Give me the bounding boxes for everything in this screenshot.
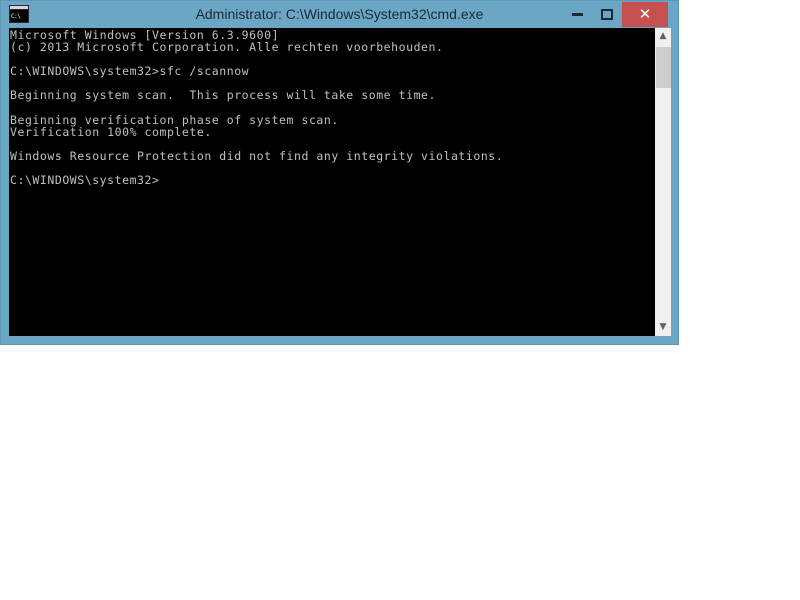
icon-prompt-text: C:\: [10, 10, 28, 23]
minimize-icon: [572, 13, 583, 16]
scroll-up-arrow-icon[interactable]: ▲: [655, 28, 671, 45]
close-icon: ✕: [639, 7, 652, 22]
caption-button-group: ✕: [562, 2, 668, 27]
scroll-down-arrow-icon[interactable]: ▼: [655, 319, 671, 336]
console-output-text: Microsoft Windows [Version 6.3.9600] (c)…: [9, 28, 654, 186]
maximize-icon: [601, 9, 613, 20]
cmd-window-icon[interactable]: C:\: [9, 5, 29, 23]
desktop-background: C:\ Administrator: C:\Windows\System32\c…: [0, 0, 800, 600]
window-titlebar[interactable]: C:\ Administrator: C:\Windows\System32\c…: [1, 1, 678, 28]
maximize-button[interactable]: [592, 2, 622, 27]
console-screen[interactable]: Microsoft Windows [Version 6.3.9600] (c)…: [9, 28, 654, 336]
scrollbar-thumb[interactable]: [656, 47, 671, 88]
console-scrollbar[interactable]: ▲ ▼: [654, 28, 671, 336]
cmd-window[interactable]: C:\ Administrator: C:\Windows\System32\c…: [0, 0, 679, 345]
console-area[interactable]: Microsoft Windows [Version 6.3.9600] (c)…: [9, 28, 671, 336]
close-button[interactable]: ✕: [622, 2, 668, 27]
minimize-button[interactable]: [562, 2, 592, 27]
